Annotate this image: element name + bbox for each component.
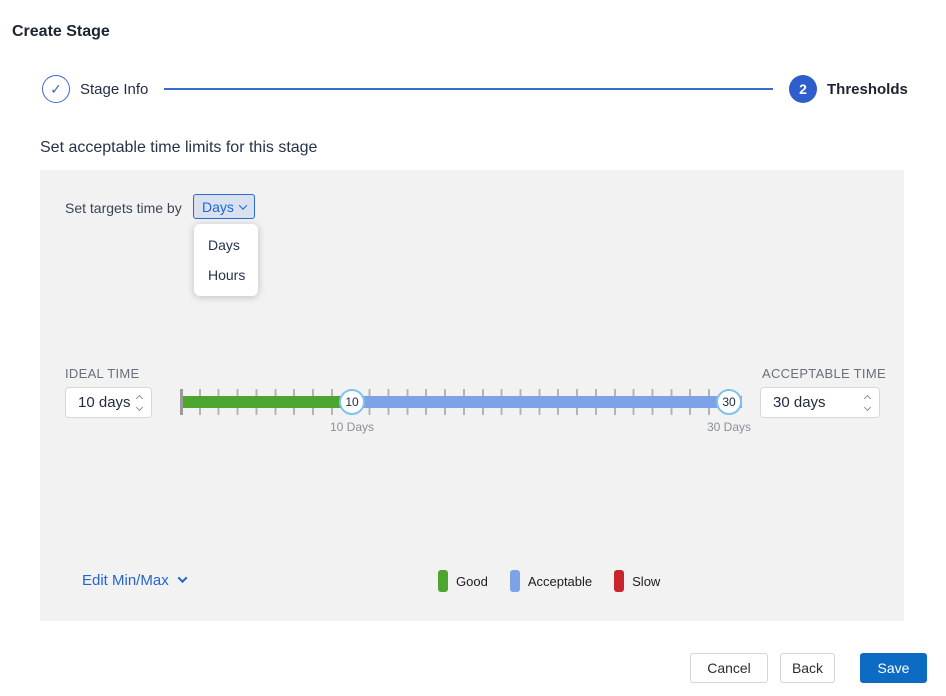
- time-range-slider[interactable]: 10 30 10 Days 30 Days: [180, 389, 746, 415]
- slider-legend: Good Acceptable Slow: [438, 570, 660, 592]
- time-unit-menu: Days Hours: [194, 224, 258, 296]
- create-stage-page: Create Stage ✓ Stage Info 2 Thresholds S…: [0, 0, 946, 696]
- slider-acceptable-segment: [352, 396, 742, 408]
- chevron-down-icon: [239, 201, 247, 209]
- acceptable-time-value: 30 days: [773, 394, 826, 411]
- time-unit-value: Days: [202, 199, 234, 215]
- legend-item-slow: Slow: [614, 570, 660, 592]
- acceptable-time-stepper: [865, 396, 870, 410]
- slow-swatch-icon: [614, 570, 624, 592]
- ideal-time-value: 10 days: [78, 394, 131, 411]
- cancel-button[interactable]: Cancel: [690, 653, 768, 683]
- stepper-step-stage-info[interactable]: ✓: [42, 75, 70, 103]
- page-title: Create Stage: [12, 23, 110, 41]
- ideal-time-stepper: [137, 396, 142, 410]
- acceptable-swatch-icon: [510, 570, 520, 592]
- stepper-down-icon[interactable]: [136, 403, 143, 410]
- stepper-step-thresholds[interactable]: 2: [789, 75, 817, 103]
- good-swatch-icon: [438, 570, 448, 592]
- stepper-down-icon[interactable]: [864, 403, 871, 410]
- slider-handle-ideal[interactable]: 10: [339, 389, 365, 415]
- acceptable-time-input[interactable]: 30 days: [760, 387, 880, 418]
- chevron-down-icon: [177, 573, 187, 583]
- acceptable-time-label: ACCEPTABLE TIME: [762, 366, 886, 381]
- time-unit-dropdown[interactable]: Days: [193, 194, 255, 219]
- ideal-time-label: IDEAL TIME: [65, 366, 140, 381]
- slider-label-ideal: 10 Days: [330, 420, 374, 434]
- thresholds-panel: Set targets time by Days Days Hours IDEA…: [40, 170, 904, 621]
- step-label-stage-info: Stage Info: [80, 81, 148, 98]
- check-icon: ✓: [50, 81, 62, 98]
- edit-minmax-link[interactable]: Edit Min/Max: [82, 572, 186, 589]
- section-heading: Set acceptable time limits for this stag…: [40, 139, 317, 157]
- targets-label: Set targets time by: [65, 200, 182, 216]
- step-number-badge: 2: [799, 81, 807, 97]
- menu-item-days[interactable]: Days: [194, 230, 258, 260]
- slider-handle-ideal-value: 10: [345, 395, 358, 409]
- ideal-time-input[interactable]: 10 days: [65, 387, 152, 418]
- legend-label: Acceptable: [528, 574, 592, 589]
- legend-label: Slow: [632, 574, 660, 589]
- stepper-up-icon[interactable]: [136, 394, 143, 401]
- slider-good-segment: [183, 396, 352, 408]
- stepper-connector: [164, 88, 773, 90]
- legend-label: Good: [456, 574, 488, 589]
- stepper-up-icon[interactable]: [864, 394, 871, 401]
- save-button[interactable]: Save: [860, 653, 927, 683]
- slider-label-acceptable: 30 Days: [707, 420, 751, 434]
- back-button[interactable]: Back: [780, 653, 835, 683]
- edit-minmax-label: Edit Min/Max: [82, 572, 169, 589]
- legend-item-good: Good: [438, 570, 488, 592]
- slider-handle-acceptable[interactable]: 30: [716, 389, 742, 415]
- slider-handle-acceptable-value: 30: [722, 395, 735, 409]
- legend-item-acceptable: Acceptable: [510, 570, 592, 592]
- menu-item-hours[interactable]: Hours: [194, 260, 258, 290]
- step-label-thresholds: Thresholds: [827, 81, 908, 98]
